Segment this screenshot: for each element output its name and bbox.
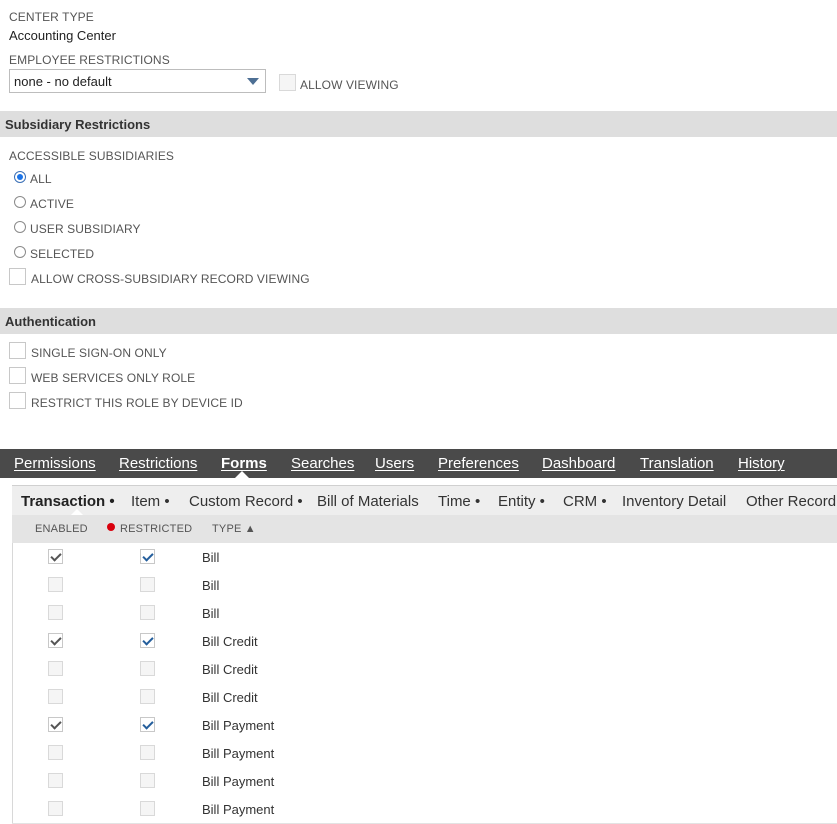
subsidiary-restrictions-title: Subsidiary Restrictions (5, 117, 151, 132)
authentication-header[interactable]: Authentication (0, 308, 837, 334)
row-type: Bill (202, 550, 220, 565)
subsidiary-radio-user-subsidiary[interactable] (14, 221, 26, 233)
tab-searches[interactable]: Searches (291, 455, 354, 472)
restricted-checkbox[interactable] (140, 773, 155, 788)
allow-viewing-checkbox[interactable] (279, 74, 296, 91)
restricted-checkbox[interactable] (140, 745, 155, 760)
tab-translation[interactable]: Translation (640, 455, 714, 472)
single-sign-on-checkbox[interactable] (9, 342, 26, 359)
restricted-checkbox[interactable] (140, 661, 155, 676)
web-services-label: WEB SERVICES ONLY ROLE (31, 371, 196, 385)
grid-left-border (12, 543, 13, 823)
tab-forms[interactable]: Forms (221, 455, 267, 472)
subtab-inventory-detail[interactable]: Inventory Detail (622, 493, 726, 510)
row-type: Bill (202, 578, 220, 593)
row-type: Bill Payment (202, 746, 275, 761)
subtab-transaction[interactable]: Transaction • (21, 493, 115, 510)
restricted-checkbox[interactable] (140, 605, 155, 620)
enabled-checkbox[interactable] (48, 745, 63, 760)
table-row[interactable]: Bill (12, 543, 837, 572)
subtab-time[interactable]: Time • (438, 493, 480, 510)
enabled-checkbox[interactable] (48, 549, 63, 564)
tab-users[interactable]: Users (375, 455, 414, 472)
table-row[interactable]: Bill (12, 599, 837, 628)
enabled-checkbox[interactable] (48, 605, 63, 620)
subsidiary-radio-active[interactable] (14, 196, 26, 208)
restricted-checkbox[interactable] (140, 577, 155, 592)
table-row[interactable]: Bill Payment (12, 739, 837, 768)
column-restricted[interactable]: RESTRICTED (120, 523, 192, 535)
column-enabled[interactable]: ENABLED (35, 523, 88, 535)
enabled-checkbox[interactable] (48, 577, 63, 592)
row-type: Bill (202, 606, 220, 621)
subsidiary-option-label: SELECTED (30, 247, 95, 261)
sub-tab-bar: Transaction • Item • Custom Record • Bil… (12, 485, 837, 516)
row-type: Bill Credit (202, 634, 258, 649)
subtab-custom-record[interactable]: Custom Record • (189, 493, 303, 510)
restricted-checkbox[interactable] (140, 801, 155, 816)
enabled-checkbox[interactable] (48, 801, 63, 816)
subsidiary-option-label: USER SUBSIDIARY (30, 222, 141, 236)
employee-restrictions-label: EMPLOYEE RESTRICTIONS (9, 53, 170, 67)
device-id-label: RESTRICT THIS ROLE BY DEVICE ID (31, 396, 243, 410)
row-type: Bill Payment (202, 774, 275, 789)
subsidiary-radio-selected[interactable] (14, 246, 26, 258)
row-type: Bill Payment (202, 802, 275, 817)
subsidiary-option-label: ACTIVE (30, 197, 74, 211)
subtab-entity[interactable]: Entity • (498, 493, 545, 510)
table-row[interactable]: Bill Payment (12, 795, 837, 824)
employee-restrictions-select[interactable]: none - no default (9, 69, 266, 93)
tab-history[interactable]: History (738, 455, 785, 472)
restricted-checkbox[interactable] (140, 549, 155, 564)
table-row[interactable]: Bill Credit (12, 627, 837, 656)
tab-preferences[interactable]: Preferences (438, 455, 519, 472)
restricted-checkbox[interactable] (140, 717, 155, 732)
table-row[interactable]: Bill Payment (12, 767, 837, 796)
column-type[interactable]: TYPE ▲ (212, 523, 256, 535)
main-tab-bar: Permissions Restrictions Forms Searches … (0, 449, 837, 478)
subsidiary-radio-all[interactable] (14, 171, 26, 183)
enabled-checkbox[interactable] (48, 633, 63, 648)
chevron-down-icon[interactable] (247, 78, 259, 85)
allow-viewing-label: ALLOW VIEWING (300, 78, 399, 92)
row-type: Bill Credit (202, 662, 258, 677)
tab-permissions[interactable]: Permissions (14, 455, 96, 472)
single-sign-on-label: SINGLE SIGN-ON ONLY (31, 346, 167, 360)
subtab-item[interactable]: Item • (131, 493, 170, 510)
enabled-checkbox[interactable] (48, 661, 63, 676)
enabled-checkbox[interactable] (48, 773, 63, 788)
center-type-value: Accounting Center (9, 28, 116, 43)
required-dot-icon (107, 523, 115, 531)
subtab-other-record[interactable]: Other Record (746, 493, 836, 510)
cross-subsidiary-label: ALLOW CROSS-SUBSIDIARY RECORD VIEWING (31, 272, 310, 286)
subsidiary-restrictions-header[interactable]: Subsidiary Restrictions (0, 111, 837, 137)
subtab-bill-of-materials[interactable]: Bill of Materials (317, 493, 419, 510)
web-services-checkbox[interactable] (9, 367, 26, 384)
tab-dashboard[interactable]: Dashboard (542, 455, 615, 472)
enabled-checkbox[interactable] (48, 689, 63, 704)
row-type: Bill Payment (202, 718, 275, 733)
restricted-checkbox[interactable] (140, 689, 155, 704)
active-tab-pointer (235, 471, 249, 478)
table-row[interactable]: Bill Credit (12, 655, 837, 684)
enabled-checkbox[interactable] (48, 717, 63, 732)
device-id-checkbox[interactable] (9, 392, 26, 409)
table-row[interactable]: Bill (12, 571, 837, 600)
row-type: Bill Credit (202, 690, 258, 705)
subsidiary-option-label: ALL (30, 172, 52, 186)
restricted-checkbox[interactable] (140, 633, 155, 648)
table-row[interactable]: Bill Credit (12, 683, 837, 712)
employee-restrictions-value: none - no default (14, 74, 112, 89)
table-row[interactable]: Bill Payment (12, 711, 837, 740)
tab-restrictions[interactable]: Restrictions (119, 455, 197, 472)
authentication-title: Authentication (5, 314, 96, 329)
grid-header: ENABLED RESTRICTED TYPE ▲ (12, 515, 837, 543)
accessible-subsidiaries-label: ACCESSIBLE SUBSIDIARIES (9, 149, 175, 163)
subtab-crm[interactable]: CRM • (563, 493, 607, 510)
center-type-label: CENTER TYPE (9, 10, 94, 24)
cross-subsidiary-checkbox[interactable] (9, 268, 26, 285)
